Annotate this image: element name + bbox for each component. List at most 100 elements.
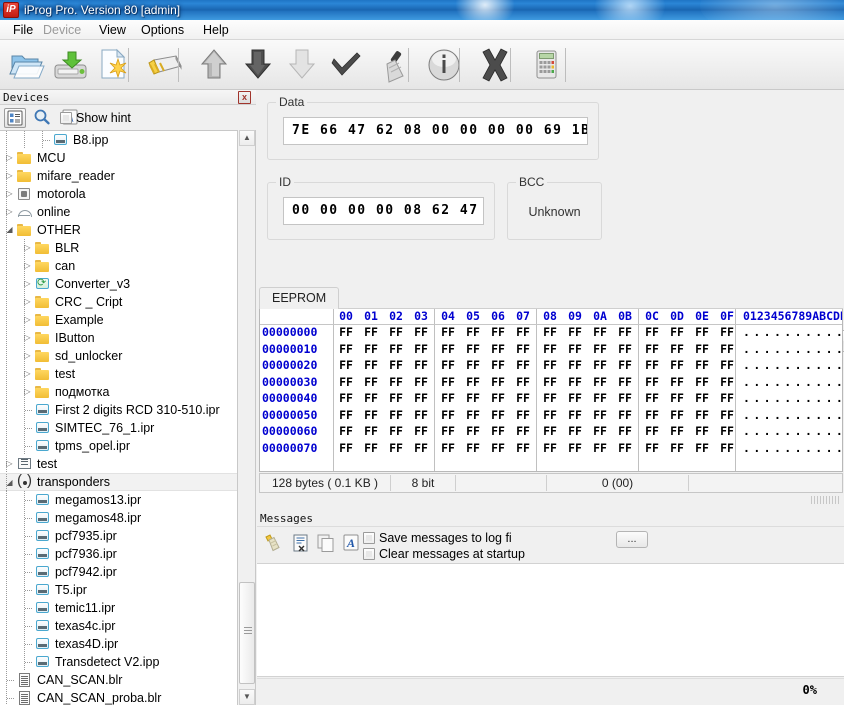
tree-item[interactable]: Transdetect V2.ipp bbox=[0, 653, 237, 671]
hex-byte-cell[interactable]: FF bbox=[437, 408, 459, 422]
hex-byte-cell[interactable]: FF bbox=[589, 441, 611, 455]
tree-expander-closed-icon[interactable]: ▷ bbox=[23, 329, 32, 347]
tree-item[interactable]: ▷ Converter_v3 bbox=[0, 274, 237, 293]
show-hint-checkbox[interactable]: Show hint bbox=[60, 110, 131, 126]
hex-byte-cell[interactable]: FF bbox=[335, 408, 357, 422]
hex-byte-cell[interactable]: FF bbox=[691, 391, 713, 405]
hex-byte-cell[interactable]: FF bbox=[691, 358, 713, 372]
save-to-disk-icon[interactable] bbox=[48, 44, 92, 86]
tree-item[interactable]: ▷ IButton bbox=[0, 329, 237, 347]
hex-byte-cell[interactable]: FF bbox=[539, 342, 561, 356]
tree-item[interactable]: B8.ipp bbox=[0, 131, 237, 149]
hex-byte-cell[interactable]: FF bbox=[641, 408, 663, 422]
scroll-down-icon[interactable]: ▼ bbox=[239, 689, 255, 705]
hex-byte-cell[interactable]: FF bbox=[360, 391, 382, 405]
hex-byte-cell[interactable]: FF bbox=[410, 408, 432, 422]
hex-byte-cell[interactable]: FF bbox=[564, 375, 586, 389]
tree-item[interactable]: pcf7935.ipr bbox=[0, 527, 237, 545]
hex-byte-cell[interactable]: FF bbox=[437, 424, 459, 438]
hex-byte-cell[interactable]: FF bbox=[335, 391, 357, 405]
hex-ascii-cell[interactable]: ................ bbox=[743, 391, 842, 405]
hex-byte-cell[interactable]: FF bbox=[564, 391, 586, 405]
hex-byte-cell[interactable]: FF bbox=[614, 441, 636, 455]
hex-byte-cell[interactable]: FF bbox=[335, 342, 357, 356]
clear-startup-checkbox-box[interactable] bbox=[363, 548, 375, 560]
hex-byte-cell[interactable]: FF bbox=[335, 424, 357, 438]
hex-grid[interactable]: 00 01 02 03 04 05 06 07 08 09 0A 0B 0C 0D 0E 0F 01234567… bbox=[259, 309, 843, 472]
hex-byte-cell[interactable]: FF bbox=[437, 441, 459, 455]
hex-byte-cell[interactable]: FF bbox=[437, 391, 459, 405]
write-down-arrow-icon[interactable] bbox=[236, 44, 280, 86]
hex-byte-cell[interactable]: FF bbox=[539, 358, 561, 372]
hex-row[interactable]: 00000070 FF FF FF FF FF FF FF FF FF FF FF FF FF FF FF FF… bbox=[260, 441, 842, 458]
read-up-arrow-icon[interactable] bbox=[192, 44, 236, 86]
menu-item-help[interactable]: Help bbox=[196, 21, 236, 39]
hex-byte-cell[interactable]: FF bbox=[410, 358, 432, 372]
tree-item[interactable]: SIMTEC_76_1.ipr bbox=[0, 419, 237, 437]
tree-item[interactable]: ▷ test bbox=[0, 455, 237, 473]
hex-byte-cell[interactable]: FF bbox=[564, 441, 586, 455]
hex-byte-cell[interactable]: FF bbox=[410, 325, 432, 339]
hex-byte-cell[interactable]: FF bbox=[462, 375, 484, 389]
hex-ascii-cell[interactable]: ................ bbox=[743, 375, 842, 389]
tree-expander-closed-icon[interactable]: ▷ bbox=[5, 167, 14, 185]
clear-messages-brush-icon[interactable] bbox=[263, 533, 285, 553]
hex-ascii-cell[interactable]: ................ bbox=[743, 325, 842, 339]
hex-byte-cell[interactable]: FF bbox=[512, 375, 534, 389]
tree-item[interactable]: megamos13.ipr bbox=[0, 491, 237, 509]
hex-byte-cell[interactable]: FF bbox=[462, 325, 484, 339]
hex-byte-cell[interactable]: FF bbox=[614, 342, 636, 356]
data-value-field[interactable]: 7E 66 47 62 08 00 00 00 00 69 1B 7E bbox=[283, 117, 588, 145]
hex-byte-cell[interactable]: FF bbox=[487, 408, 509, 422]
id-value-field[interactable]: 00 00 00 00 08 62 47 66 bbox=[283, 197, 484, 225]
hex-byte-cell[interactable]: FF bbox=[385, 358, 407, 372]
hex-byte-cell[interactable]: FF bbox=[539, 325, 561, 339]
tree-item[interactable]: pcf7936.ipr bbox=[0, 545, 237, 563]
search-icon[interactable] bbox=[32, 108, 54, 128]
hex-byte-cell[interactable]: FF bbox=[539, 408, 561, 422]
hex-byte-cell[interactable]: FF bbox=[666, 358, 688, 372]
hex-byte-cell[interactable]: FF bbox=[385, 325, 407, 339]
hex-byte-cell[interactable]: FF bbox=[666, 342, 688, 356]
tree-item[interactable]: ▷ sd_unlocker bbox=[0, 347, 237, 365]
hex-byte-cell[interactable]: FF bbox=[462, 391, 484, 405]
hex-byte-cell[interactable]: FF bbox=[614, 408, 636, 422]
details-view-icon[interactable] bbox=[4, 108, 26, 128]
hex-byte-cell[interactable]: FF bbox=[487, 424, 509, 438]
tree-item[interactable]: ▷ test bbox=[0, 365, 237, 383]
tree-item[interactable]: ▷ CRC _ Cript bbox=[0, 293, 237, 311]
tree-item[interactable]: ◢ OTHER bbox=[0, 221, 237, 239]
hex-byte-cell[interactable]: FF bbox=[589, 342, 611, 356]
hex-byte-cell[interactable]: FF bbox=[360, 325, 382, 339]
save-log-checkbox-box[interactable] bbox=[363, 532, 375, 544]
hex-byte-cell[interactable]: FF bbox=[589, 325, 611, 339]
menu-item-view[interactable]: View bbox=[92, 21, 133, 39]
tree-item[interactable]: temic11.ipr bbox=[0, 599, 237, 617]
hex-byte-cell[interactable]: FF bbox=[641, 441, 663, 455]
hex-byte-cell[interactable]: FF bbox=[385, 424, 407, 438]
verify-check-icon[interactable] bbox=[324, 44, 368, 86]
hex-byte-cell[interactable]: FF bbox=[564, 358, 586, 372]
tree-item[interactable]: ▷ motorola bbox=[0, 185, 237, 203]
save-messages-to-log-checkbox[interactable]: Save messages to log fi ... bbox=[363, 530, 648, 548]
hex-byte-cell[interactable]: FF bbox=[666, 441, 688, 455]
tree-expander-closed-icon[interactable]: ▷ bbox=[23, 347, 32, 365]
hex-byte-cell[interactable]: FF bbox=[589, 391, 611, 405]
hex-byte-cell[interactable]: FF bbox=[666, 408, 688, 422]
hex-byte-cell[interactable]: FF bbox=[437, 325, 459, 339]
tree-item[interactable]: ▷ MCU bbox=[0, 149, 237, 167]
devices-tree-scrollbar[interactable]: ▲ ▼ bbox=[238, 130, 256, 705]
tree-expander-closed-icon[interactable]: ▷ bbox=[23, 383, 32, 401]
hex-byte-cell[interactable]: FF bbox=[716, 391, 738, 405]
hex-byte-cell[interactable]: FF bbox=[360, 441, 382, 455]
hex-byte-cell[interactable]: FF bbox=[335, 441, 357, 455]
hex-byte-cell[interactable]: FF bbox=[410, 375, 432, 389]
hex-byte-cell[interactable]: FF bbox=[385, 342, 407, 356]
hex-byte-cell[interactable]: FF bbox=[564, 325, 586, 339]
tree-item[interactable]: ▷ mifare_reader bbox=[0, 167, 237, 185]
hex-byte-cell[interactable]: FF bbox=[360, 358, 382, 372]
hex-byte-cell[interactable]: FF bbox=[716, 358, 738, 372]
hex-byte-cell[interactable]: FF bbox=[462, 358, 484, 372]
hex-byte-cell[interactable]: FF bbox=[564, 424, 586, 438]
hex-ascii-cell[interactable]: ................ bbox=[743, 342, 842, 356]
